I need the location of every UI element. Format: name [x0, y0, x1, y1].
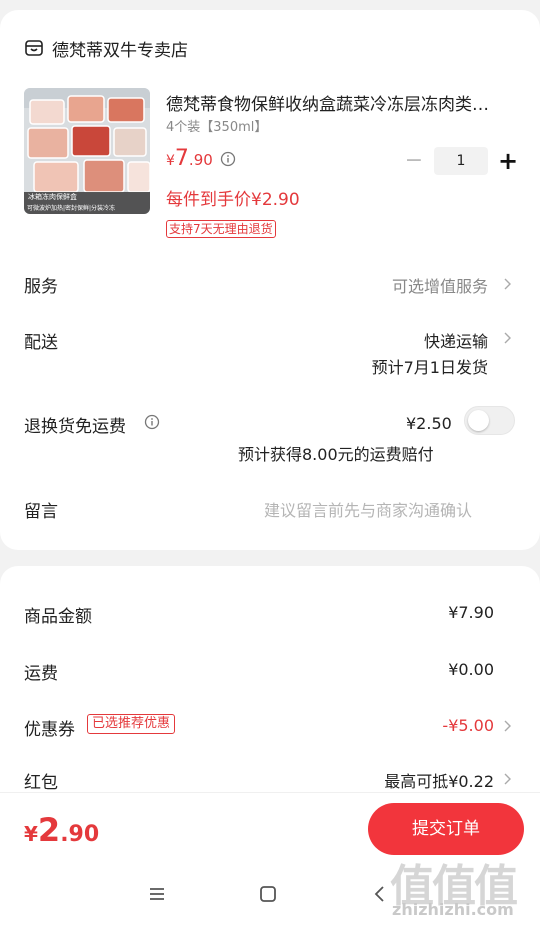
thumb-caption: 冰箱冻肉保鲜盒 [28, 193, 77, 201]
price-info-icon[interactable] [220, 151, 236, 167]
return-policy-badge: 支持7天无理由退货 [166, 220, 276, 238]
red-packet-label: 红包 [24, 773, 58, 793]
goods-amount-value: ¥7.90 [448, 603, 494, 622]
goods-amount-label: 商品金额 [24, 607, 92, 627]
toggle-knob [468, 410, 489, 431]
back-icon[interactable] [368, 882, 392, 906]
return-freight-price: ¥2.50 [406, 414, 452, 433]
delivery-label: 配送 [24, 333, 58, 353]
total-currency: ¥ [24, 822, 38, 846]
price-decimal: .90 [188, 151, 213, 169]
delivery-method[interactable]: 快递运输 [424, 328, 488, 352]
coupon-tag: 已选推荐优惠 [87, 714, 176, 734]
shipping-value: ¥0.00 [448, 660, 494, 679]
decrease-quantity-button[interactable]: − [400, 147, 428, 175]
service-chevron-icon[interactable] [502, 277, 512, 291]
delivery-chevron-icon[interactable] [502, 331, 512, 345]
coupon-label: 优惠券 [24, 720, 75, 740]
thumb-features: 可微波炉加热|密封保鲜|分装冷冻 [27, 205, 116, 212]
price-integer: 7 [174, 146, 189, 171]
product-spec[interactable]: 4个装【350ml】 [166, 116, 267, 135]
product-title[interactable]: 德梵蒂食物保鲜收纳盒蔬菜冷冻层冻肉类… [166, 90, 516, 115]
increase-quantity-button[interactable]: + [494, 147, 522, 175]
total-integer: 2 [37, 811, 61, 849]
red-packet-value[interactable]: 最高可抵¥0.22 [384, 768, 494, 792]
message-label: 留言 [24, 502, 58, 522]
order-card: 德梵蒂双牛专卖店 冰箱冻肉保鲜盒 可微波炉加热|密封保鲜|分装冷冻 德梵蒂食物保… [0, 10, 540, 550]
price-currency: ¥ [166, 153, 175, 169]
service-value[interactable]: 可选增值服务 [392, 273, 488, 297]
message-input[interactable]: 建议留言前先与商家沟通确认 [264, 497, 472, 521]
red-packet-chevron-icon[interactable] [502, 772, 512, 786]
shop-name: 德梵蒂双牛专卖店 [52, 40, 188, 61]
return-freight-toggle[interactable] [464, 406, 515, 435]
return-freight-note: 预计获得8.00元的运费赔付 [238, 445, 434, 464]
service-label: 服务 [24, 277, 58, 297]
submit-order-button[interactable]: 提交订单 [368, 803, 524, 855]
product-thumbnail[interactable]: 冰箱冻肉保鲜盒 可微波炉加热|密封保鲜|分装冷冻 [24, 88, 150, 214]
return-freight-label: 退换货免运费 [24, 417, 126, 437]
menu-icon[interactable] [145, 882, 169, 906]
watermark-url: zhizhizhi.com [392, 900, 514, 919]
coupon-chevron-icon[interactable] [502, 719, 512, 733]
home-icon[interactable] [256, 882, 280, 906]
return-freight-info-icon[interactable] [144, 414, 160, 430]
total-decimal: .90 [60, 822, 100, 847]
coupon-value[interactable]: -¥5.00 [442, 716, 494, 735]
quantity-input[interactable]: 1 [434, 147, 488, 175]
price-summary-card: 商品金额 ¥7.90 运费 ¥0.00 优惠券 已选推荐优惠 -¥5.00 红包… [0, 566, 540, 826]
shop-icon [25, 40, 43, 56]
watermark: 值值值 zhizhizhi.com [390, 850, 530, 925]
quantity-stepper: − 1 + [400, 147, 522, 175]
shipping-label: 运费 [24, 664, 58, 684]
per-unit-price: 每件到手价¥2.90 [166, 190, 300, 210]
total-price: ¥ 2 .90 [24, 811, 99, 849]
product-price: ¥ 7 .90 [166, 146, 213, 171]
delivery-date: 预计7月1日发货 [371, 358, 488, 377]
shop-header[interactable]: 德梵蒂双牛专卖店 [24, 28, 188, 68]
